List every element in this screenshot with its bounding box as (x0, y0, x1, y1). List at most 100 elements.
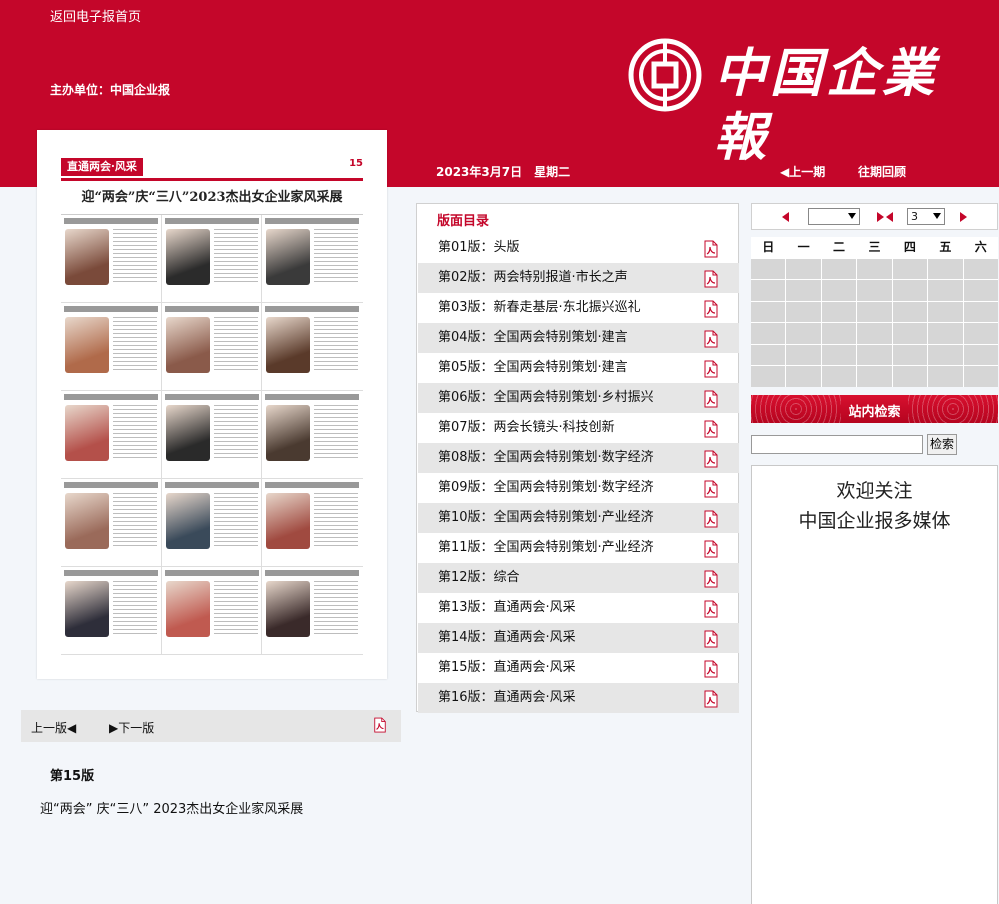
directory-item[interactable]: 第10版：全国两会特别策划·产业经济 (418, 503, 739, 533)
directory-item[interactable]: 第06版：全国两会特别策划·乡村振兴 (418, 383, 739, 413)
calendar-day-cell[interactable] (892, 280, 928, 301)
directory-item-label[interactable]: 第12版：综合 (438, 570, 520, 585)
year-select[interactable] (808, 208, 860, 225)
calendar-day-cell[interactable] (892, 301, 928, 323)
calendar-day-cell[interactable] (963, 344, 998, 366)
calendar-day-cell[interactable] (963, 280, 998, 301)
calendar-day-cell[interactable] (821, 323, 857, 344)
profile-name-bar (64, 394, 158, 400)
calendar-day-cell[interactable] (892, 258, 928, 280)
home-link[interactable]: 返回电子报首页 (50, 6, 141, 25)
calendar-day-cell[interactable] (751, 366, 786, 387)
profile-photo (266, 493, 311, 549)
calendar-day-cell[interactable] (821, 280, 857, 301)
thumbnail-profile-card (61, 567, 162, 655)
calendar-day-cell[interactable] (928, 301, 963, 323)
calendar-day-cell[interactable] (751, 301, 786, 323)
directory-item-label[interactable]: 第04版：全国两会特别策划·建言 (438, 330, 628, 345)
directory-item[interactable]: 第12版：综合 (418, 563, 739, 593)
directory-item-label[interactable]: 第02版：两会特别报道·市长之声 (438, 270, 628, 285)
directory-item-label[interactable]: 第06版：全国两会特别策划·乡村振兴 (438, 390, 654, 405)
calendar-day-cell[interactable] (892, 344, 928, 366)
prev-year-icon[interactable] (782, 212, 789, 222)
profile-text-lines (213, 405, 258, 461)
calendar-day-cell[interactable] (786, 323, 821, 344)
calendar-day-cell[interactable] (786, 280, 821, 301)
directory-item[interactable]: 第15版：直通两会·风采 (418, 653, 739, 683)
calendar-day-cell[interactable] (821, 258, 857, 280)
pdf-icon[interactable] (373, 717, 387, 737)
page-switcher: 上一版◀ ▶下一版 (21, 710, 401, 742)
directory-item-label[interactable]: 第15版：直通两会·风采 (438, 660, 576, 675)
article-link[interactable]: 迎“两会” 庆“三八” 2023杰出女企业家风采展 (40, 798, 303, 817)
month-select[interactable]: 3 (907, 208, 945, 225)
calendar-day-cell[interactable] (857, 258, 892, 280)
profile-text-lines (213, 581, 258, 637)
calendar-day-cell[interactable] (821, 301, 857, 323)
directory-item[interactable]: 第03版：新春走基层·东北振兴巡礼 (418, 293, 739, 323)
profile-name-bar (265, 570, 360, 576)
next-month-icon[interactable] (960, 212, 967, 222)
next-year-icon[interactable] (877, 212, 884, 222)
profile-text-lines (213, 493, 258, 549)
directory-item[interactable]: 第04版：全国两会特别策划·建言 (418, 323, 739, 353)
profile-name-bar (265, 482, 360, 488)
directory-item-label[interactable]: 第08版：全国两会特别策划·数字经济 (438, 450, 654, 465)
directory-item[interactable]: 第01版：头版 (418, 233, 739, 263)
prev-month-icon[interactable] (886, 212, 893, 222)
calendar-day-cell[interactable] (821, 366, 857, 387)
directory-item[interactable]: 第08版：全国两会特别策划·数字经济 (418, 443, 739, 473)
directory-item-label[interactable]: 第09版：全国两会特别策划·数字经济 (438, 480, 654, 495)
search-button[interactable]: 检索 (927, 434, 957, 455)
calendar-day-cell[interactable] (786, 366, 821, 387)
calendar-day-cell[interactable] (963, 366, 998, 387)
calendar-day-cell[interactable] (963, 258, 998, 280)
next-page-link[interactable]: ▶下一版 (109, 719, 154, 736)
calendar-day-cell[interactable] (857, 344, 892, 366)
calendar-day-cell[interactable] (857, 301, 892, 323)
directory-item[interactable]: 第14版：直通两会·风采 (418, 623, 739, 653)
calendar-day-cell[interactable] (821, 344, 857, 366)
calendar-day-cell[interactable] (928, 344, 963, 366)
calendar-day-cell[interactable] (928, 366, 963, 387)
calendar-day-cell[interactable] (786, 344, 821, 366)
prev-issue-link[interactable]: ◀上一期 (780, 163, 825, 180)
directory-item[interactable]: 第11版：全国两会特别策划·产业经济 (418, 533, 739, 563)
calendar-day-cell[interactable] (751, 344, 786, 366)
calendar-day-cell[interactable] (928, 258, 963, 280)
directory-item-label[interactable]: 第07版：两会长镜头·科技创新 (438, 420, 615, 435)
directory-item[interactable]: 第02版：两会特别报道·市长之声 (418, 263, 739, 293)
directory-item-label[interactable]: 第03版：新春走基层·东北振兴巡礼 (438, 300, 641, 315)
calendar-day-cell[interactable] (928, 323, 963, 344)
calendar-day-cell[interactable] (857, 280, 892, 301)
directory-item[interactable]: 第05版：全国两会特别策划·建言 (418, 353, 739, 383)
directory-item-label[interactable]: 第05版：全国两会特别策划·建言 (438, 360, 628, 375)
directory-item-label[interactable]: 第11版：全国两会特别策划·产业经济 (438, 540, 654, 555)
past-review-link[interactable]: 往期回顾 (858, 163, 906, 180)
calendar-day-cell[interactable] (857, 323, 892, 344)
directory-item-label[interactable]: 第01版：头版 (438, 240, 520, 255)
directory-item[interactable]: 第09版：全国两会特别策划·数字经济 (418, 473, 739, 503)
directory-item[interactable]: 第13版：直通两会·风采 (418, 593, 739, 623)
directory-item-label[interactable]: 第14版：直通两会·风采 (438, 630, 576, 645)
search-input[interactable] (751, 435, 923, 454)
calendar-day-cell[interactable] (892, 366, 928, 387)
directory-item-label[interactable]: 第10版：全国两会特别策划·产业经济 (438, 510, 654, 525)
page-thumbnail[interactable]: 直通两会·风采 15 迎“两会”庆“三八”2023杰出女企业家风采展 (37, 130, 387, 679)
directory-item-label[interactable]: 第13版：直通两会·风采 (438, 600, 576, 615)
prev-page-link[interactable]: 上一版◀ (31, 719, 76, 736)
calendar-day-cell[interactable] (892, 323, 928, 344)
calendar-day-cell[interactable] (963, 301, 998, 323)
calendar-day-cell[interactable] (751, 323, 786, 344)
calendar-day-cell[interactable] (786, 258, 821, 280)
calendar-day-cell[interactable] (857, 366, 892, 387)
directory-item[interactable]: 第16版：直通两会·风采 (418, 683, 739, 713)
calendar-day-cell[interactable] (751, 258, 786, 280)
pdf-icon[interactable] (703, 690, 719, 720)
calendar-day-cell[interactable] (751, 280, 786, 301)
calendar-day-cell[interactable] (786, 301, 821, 323)
calendar-day-cell[interactable] (928, 280, 963, 301)
directory-item-label[interactable]: 第16版：直通两会·风采 (438, 690, 576, 705)
calendar-day-cell[interactable] (963, 323, 998, 344)
directory-item[interactable]: 第07版：两会长镜头·科技创新 (418, 413, 739, 443)
